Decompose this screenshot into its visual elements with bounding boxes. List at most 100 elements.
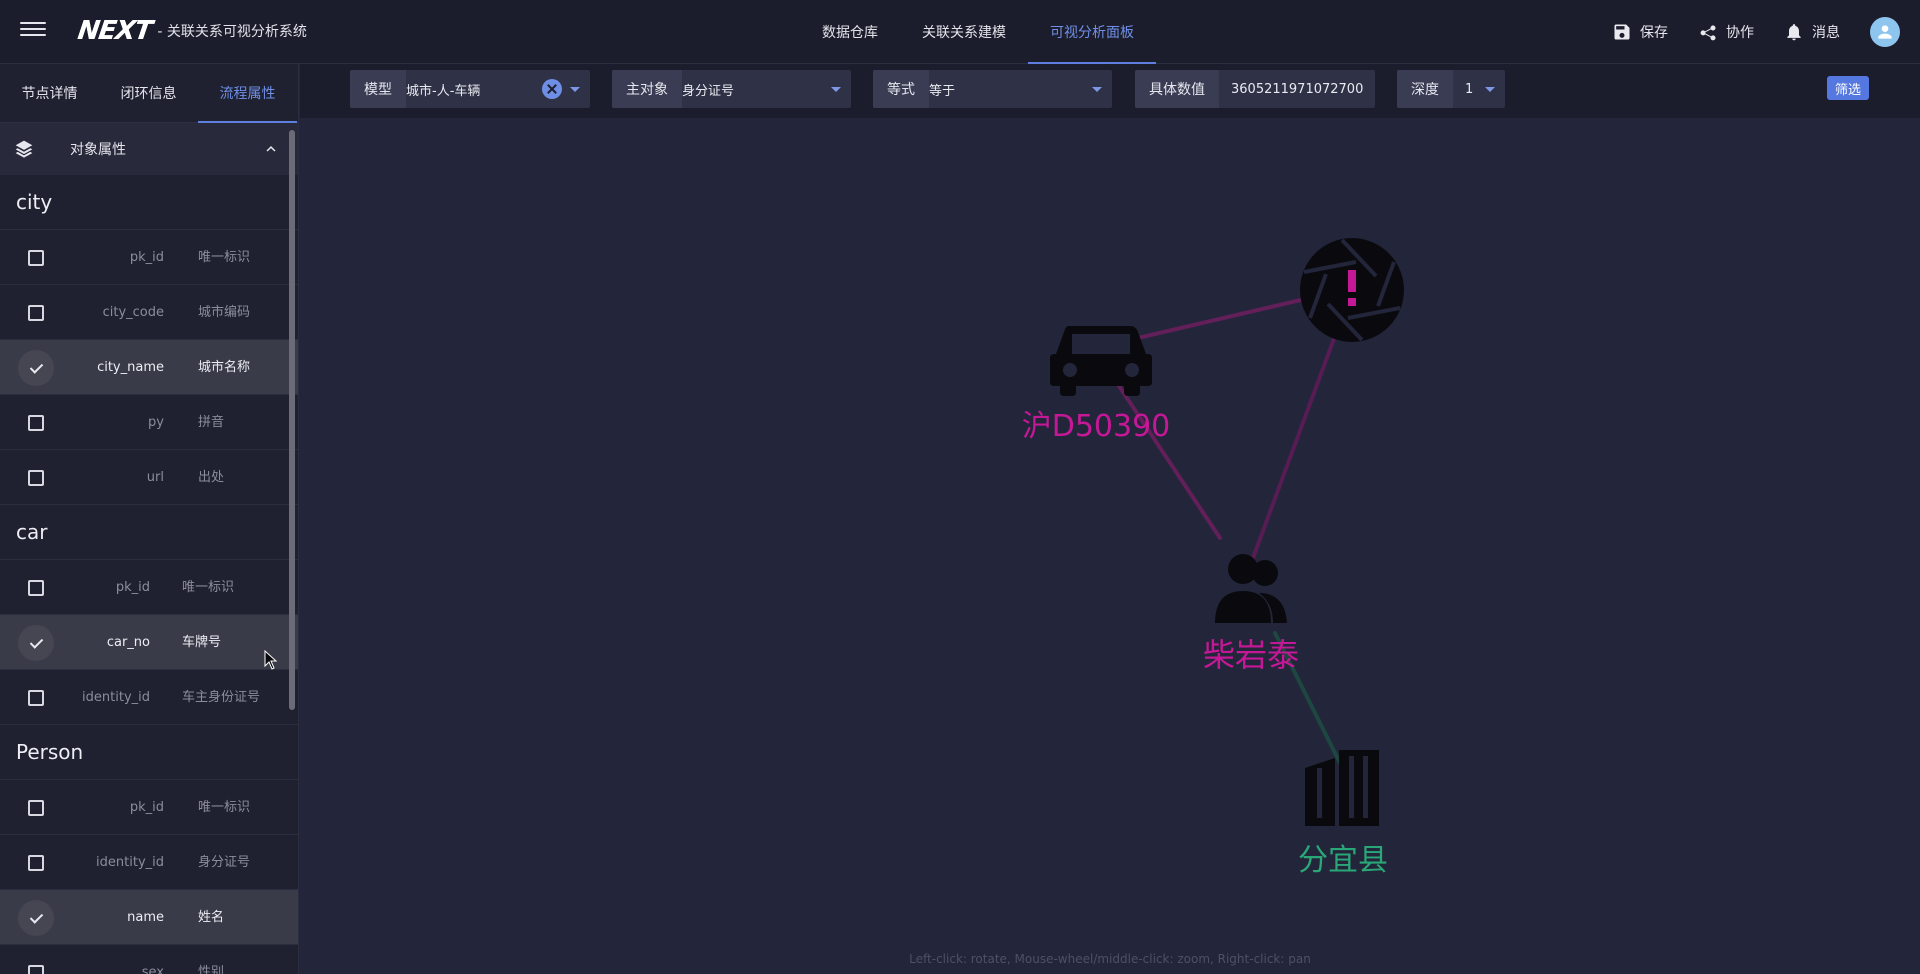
field-label: 拼音 (198, 415, 225, 430)
checkbox[interactable] (28, 690, 44, 706)
checkbox[interactable] (28, 965, 44, 974)
value-text: 3605211971072700 (1231, 81, 1364, 97)
messages-label: 消息 (1812, 25, 1840, 41)
field-label: 唯一标识 (198, 250, 251, 265)
field-row[interactable]: car_no 车牌号 (0, 615, 298, 670)
graph-node-person[interactable] (1215, 554, 1287, 623)
clear-icon[interactable] (542, 79, 562, 99)
checkbox-checked[interactable] (18, 350, 54, 386)
field-label: 姓名 (198, 910, 225, 925)
checkbox[interactable] (28, 800, 44, 816)
operator-select[interactable]: 等式 等于 (873, 70, 1112, 108)
bell-icon (1787, 24, 1801, 41)
share-icon (1700, 25, 1716, 41)
checkbox[interactable] (28, 250, 44, 266)
app-subtitle: - 关联关系可视分析系统 (157, 24, 307, 40)
tab-node-details[interactable]: 节点详情 (0, 64, 99, 122)
mouse-cursor-icon (264, 650, 278, 670)
layers-icon (15, 140, 33, 158)
car-icon (1050, 326, 1152, 396)
depth-label: 深度 (1397, 70, 1453, 108)
chevron-down-icon[interactable] (831, 84, 841, 94)
filter-bar: 模型 城市-人-车辆 主对象 身分证号 等式 等于 具体数值 360521197… (300, 64, 1920, 118)
graph-canvas[interactable]: 沪D50390 柴岩泰 分宜县 Left-click: rotate, Mous… (300, 118, 1920, 974)
field-row[interactable]: py 拼音 (0, 395, 298, 450)
node-label-person: 柴岩泰 (1203, 636, 1299, 674)
avatar[interactable] (1870, 17, 1900, 47)
field-row[interactable]: identity_id 车主身份证号 (0, 670, 298, 725)
field-label: 城市编码 (198, 305, 251, 320)
header-actions: 保存 协作 消息 (1612, 0, 1906, 64)
graph-node-city[interactable] (1305, 750, 1379, 826)
section-title: 对象属性 (70, 142, 126, 158)
people-icon (1215, 554, 1287, 623)
field-row[interactable]: sex 性别 (0, 945, 298, 974)
save-button[interactable]: 保存 (1612, 22, 1668, 42)
operator-label: 等式 (873, 70, 929, 108)
field-row[interactable]: identity_id 身分证号 (0, 835, 298, 890)
menu-icon[interactable] (20, 18, 46, 44)
building-icon (1305, 750, 1379, 826)
field-row[interactable]: name 姓名 (0, 890, 298, 945)
field-row[interactable]: pk_id 唯一标识 (0, 560, 298, 615)
main-nav: 数据仓库 关联关系建模 可视分析面板 (800, 0, 1156, 64)
graph-svg: 沪D50390 柴岩泰 分宜县 (1022, 238, 1404, 878)
object-properties-header[interactable]: 对象属性 (0, 123, 298, 175)
nav-tab-data-warehouse[interactable]: 数据仓库 (800, 0, 900, 64)
logo: NEXT - 关联关系可视分析系统 (75, 14, 307, 48)
chevron-down-icon[interactable] (1092, 84, 1102, 94)
field-label: 唯一标识 (198, 800, 251, 815)
checkbox[interactable] (28, 580, 44, 596)
top-bar: NEXT - 关联关系可视分析系统 数据仓库 关联关系建模 可视分析面板 保存 … (0, 0, 1920, 64)
field-key: sex (141, 965, 164, 974)
checkbox[interactable] (28, 305, 44, 321)
chevron-down-icon[interactable] (570, 84, 580, 94)
depth-select[interactable]: 深度 1 (1397, 70, 1505, 108)
checkbox[interactable] (28, 470, 44, 486)
save-icon (1614, 24, 1630, 40)
tab-closed-loop-info[interactable]: 闭环信息 (99, 64, 198, 122)
checkbox-checked[interactable] (18, 900, 54, 936)
field-key: city_name (97, 360, 164, 375)
chevron-down-icon[interactable] (1485, 84, 1495, 94)
subject-value: 身分证号 (682, 83, 735, 99)
logo-text: NEXT (75, 16, 154, 46)
depth-value: 1 (1465, 81, 1474, 97)
field-label: 身分证号 (198, 855, 251, 870)
field-row[interactable]: city_name 城市名称 (0, 340, 298, 395)
collab-button[interactable]: 协作 (1698, 22, 1754, 42)
value-label: 具体数值 (1135, 70, 1219, 108)
messages-button[interactable]: 消息 (1784, 22, 1840, 42)
checkbox[interactable] (28, 855, 44, 871)
group-title-person: Person (0, 725, 298, 780)
sidebar-tabs: 节点详情 闭环信息 流程属性 (0, 64, 298, 123)
field-row[interactable]: url 出处 (0, 450, 298, 505)
nav-tab-relation-modeling[interactable]: 关联关系建模 (900, 0, 1028, 64)
node-label-car: 沪D50390 (1022, 409, 1171, 444)
field-key: py (148, 415, 164, 430)
graph-node-alert[interactable] (1300, 238, 1404, 342)
field-key: identity_id (96, 855, 164, 870)
field-key: pk_id (115, 580, 150, 595)
model-value: 城市-人-车辆 (406, 83, 481, 99)
field-key: pk_id (129, 800, 164, 815)
chevron-up-icon[interactable] (262, 140, 280, 158)
field-label: 车牌号 (182, 635, 222, 650)
model-select[interactable]: 模型 城市-人-车辆 (350, 70, 590, 108)
field-row[interactable]: pk_id 唯一标识 (0, 230, 298, 285)
sidebar-scrollbar[interactable] (289, 130, 295, 710)
tab-process-properties[interactable]: 流程属性 (198, 64, 297, 123)
subject-select[interactable]: 主对象 身分证号 (612, 70, 851, 108)
field-key: name (127, 910, 164, 925)
save-label: 保存 (1640, 25, 1668, 41)
checkbox-checked[interactable] (18, 625, 54, 661)
field-row[interactable]: city_code 城市编码 (0, 285, 298, 340)
value-input[interactable]: 具体数值 3605211971072700 (1135, 70, 1375, 108)
nav-tab-visual-analysis[interactable]: 可视分析面板 (1028, 0, 1156, 64)
field-row[interactable]: pk_id 唯一标识 (0, 780, 298, 835)
field-label: 车主身份证号 (182, 690, 261, 705)
checkbox[interactable] (28, 415, 44, 431)
collab-label: 协作 (1726, 25, 1754, 41)
graph-node-car[interactable] (1050, 326, 1152, 396)
filter-button[interactable]: 筛选 (1827, 76, 1870, 100)
